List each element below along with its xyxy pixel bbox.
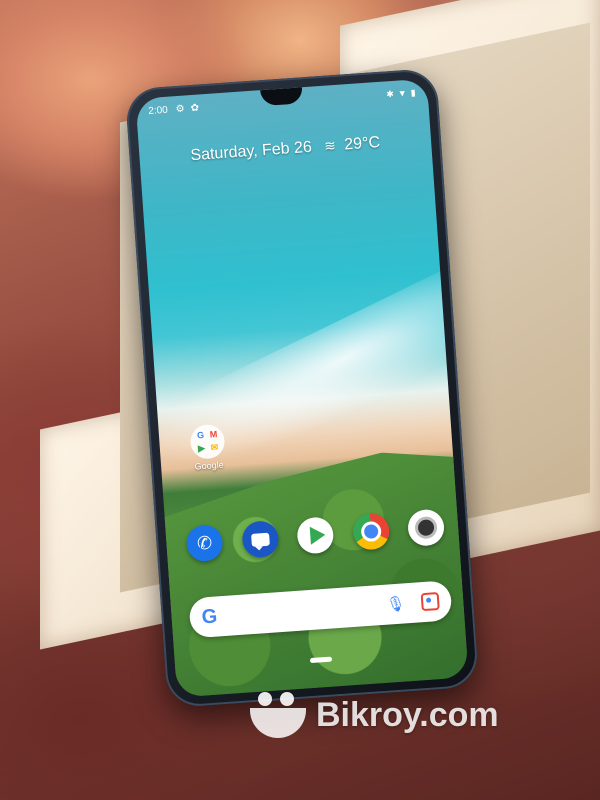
folder-app-gmail: M (209, 429, 218, 440)
play-store-app-icon[interactable] (296, 516, 335, 555)
pinwheel-icon: ✿ (190, 102, 200, 114)
gear-icon: ⚙ (175, 103, 186, 115)
home-screen: 2:00 ⚙ ✿ ✱ ▼ ▮ Saturday, Feb 26 ≋ 29°C G… (135, 78, 469, 698)
folder-icon-grid: G M ▶ ✉ (189, 423, 226, 460)
phone-app-icon[interactable]: ✆ (185, 523, 224, 563)
wifi-icon: ▼ (397, 87, 408, 99)
watermark: Bikroy.com (250, 690, 499, 740)
status-icons-right: ✱ ▼ ▮ (386, 87, 416, 100)
bikroy-logo-icon (250, 690, 306, 740)
folder-app-google: G (196, 429, 205, 441)
glance-date: Saturday, Feb 26 (189, 138, 313, 165)
play-triangle-icon (309, 525, 326, 545)
smartphone: 2:00 ⚙ ✿ ✱ ▼ ▮ Saturday, Feb 26 ≋ 29°C G… (124, 67, 480, 709)
mic-icon[interactable]: 🎙 (386, 594, 406, 613)
glance-temperature: 29°C (343, 133, 381, 154)
bluetooth-icon: ✱ (385, 88, 395, 99)
camera-lens-icon (414, 515, 438, 540)
camera-app-icon[interactable] (406, 508, 446, 547)
folder-app-youtube: ▶ (197, 442, 206, 454)
haze-icon: ≋ (323, 137, 337, 154)
folder-app-mail: ✉ (210, 442, 219, 453)
status-time: 2:00 (147, 104, 169, 117)
chrome-core-icon (360, 520, 382, 543)
messages-app-icon[interactable] (240, 520, 280, 559)
watermark-text: Bikroy.com (316, 695, 499, 734)
chrome-app-icon[interactable] (351, 512, 390, 551)
google-folder[interactable]: G M ▶ ✉ Google (186, 423, 229, 472)
message-bubble-icon (250, 532, 270, 547)
battery-icon: ▮ (410, 86, 416, 98)
lens-icon[interactable] (420, 591, 440, 612)
google-logo-icon: G (200, 604, 219, 629)
at-a-glance-widget[interactable]: Saturday, Feb 26 ≋ 29°C (139, 130, 432, 168)
